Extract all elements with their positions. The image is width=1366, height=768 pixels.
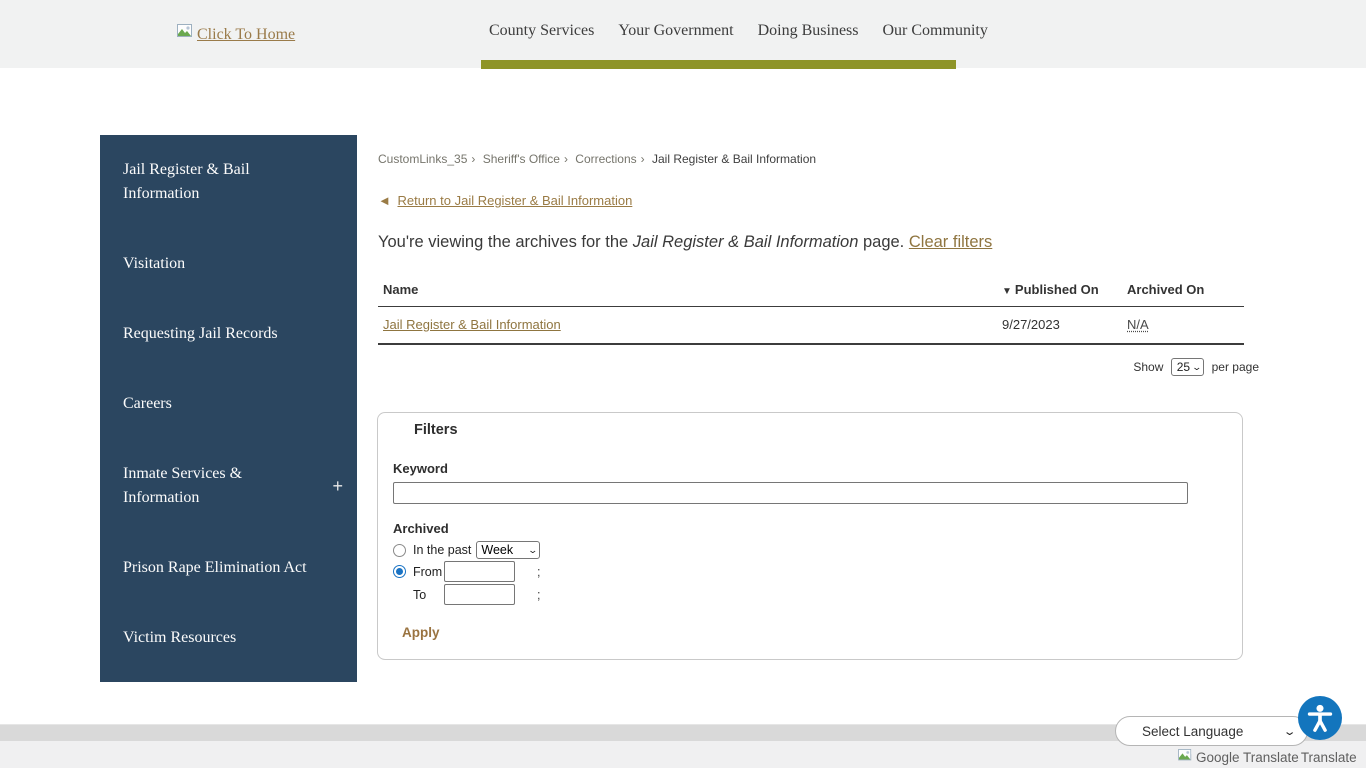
archive-item-link[interactable]: Jail Register & Bail Information <box>383 317 561 332</box>
breadcrumb-separator: › <box>640 152 645 166</box>
sidebar-item-label: Inmate Services & Information <box>123 465 243 506</box>
nav-your-government[interactable]: Your Government <box>618 22 733 40</box>
breadcrumb-separator: › <box>471 152 476 166</box>
language-selector-label: Select Language <box>1142 723 1244 739</box>
accessibility-person-icon <box>1307 704 1333 732</box>
to-row: To ; <box>413 584 540 605</box>
expand-plus-icon[interactable]: + <box>332 474 343 498</box>
from-row: From ; <box>393 561 540 582</box>
in-the-past-label: In the past <box>413 543 472 557</box>
to-label: To <box>413 587 427 602</box>
sidebar-item-prea[interactable]: Prison Rape Elimination Act <box>100 533 357 603</box>
column-header-published-label: Published On <box>1014 282 1099 297</box>
to-separator: ; <box>537 587 541 602</box>
language-selector[interactable]: Select Language ⌄ <box>1115 716 1308 746</box>
archives-table: Name ▼ Published On Archived On Jail Regi… <box>378 274 1244 345</box>
sidebar-item-label: Victim Resources <box>123 629 237 646</box>
return-link-label: Return to Jail Register & Bail Informati… <box>397 193 633 208</box>
broken-image-icon <box>177 24 195 45</box>
archived-label: Archived <box>393 521 449 536</box>
per-page-label: per page <box>1211 360 1259 374</box>
in-the-past-row: In the past Week ⌄ <box>393 541 542 559</box>
top-nav: County Services Your Government Doing Bu… <box>489 22 988 40</box>
main-content: CustomLinks_35 › Sheriff's Office › Correc… <box>378 152 1260 376</box>
home-link-label: Click To Home <box>197 25 296 43</box>
nav-doing-business[interactable]: Doing Business <box>758 22 859 40</box>
sidebar-item-requesting-jail-records[interactable]: Requesting Jail Records <box>100 299 357 369</box>
breadcrumb-customlinks[interactable]: CustomLinks_35 <box>378 152 467 166</box>
archive-notice: You're viewing the archives for the Jail… <box>378 233 1260 252</box>
to-date-input[interactable] <box>444 584 515 605</box>
breadcrumb-sheriffs-office[interactable]: Sheriff's Office <box>483 152 560 166</box>
show-label: Show <box>1133 360 1164 374</box>
sidebar-item-label: Jail Register & Bail Information <box>123 161 250 202</box>
keyword-label: Keyword <box>393 461 448 476</box>
sidebar-item-label: Prison Rape Elimination Act <box>123 559 307 576</box>
notice-suffix: page. <box>858 233 909 251</box>
return-link[interactable]: ◄ Return to Jail Register & Bail Informa… <box>378 193 632 208</box>
in-the-past-radio[interactable] <box>393 543 406 557</box>
column-header-archived[interactable]: Archived On <box>1122 274 1244 307</box>
sidebar-item-visitation[interactable]: Visitation <box>100 229 357 299</box>
published-on-value: 9/27/2023 <box>997 306 1122 345</box>
home-link[interactable]: Click To Home <box>177 24 295 45</box>
breadcrumb-corrections[interactable]: Corrections <box>575 152 636 166</box>
sidebar: Jail Register & Bail Information Visitat… <box>100 135 357 682</box>
per-page-control: Show 25 ⌄ per page <box>378 358 1259 376</box>
sidebar-item-label: Careers <box>123 395 172 412</box>
archived-on-value: N/A <box>1127 317 1149 332</box>
from-separator: ; <box>537 564 541 579</box>
filters-title: Filters <box>414 422 458 438</box>
clear-filters-link[interactable]: Clear filters <box>909 233 992 251</box>
google-translate-attribution: Google Translate Translate <box>1178 749 1357 766</box>
nav-our-community[interactable]: Our Community <box>883 22 988 40</box>
date-range-radio[interactable] <box>393 565 406 578</box>
chevron-down-icon: ⌄ <box>1282 726 1297 738</box>
sidebar-item-inmate-services[interactable]: Inmate Services & Information + <box>100 439 357 533</box>
sidebar-item-label: Visitation <box>123 255 186 272</box>
archived-options: In the past Week ⌄ From ; To ; <box>393 541 542 607</box>
breadcrumb-current: Jail Register & Bail Information <box>652 152 817 166</box>
sidebar-item-careers[interactable]: Careers <box>100 369 357 439</box>
from-label: From <box>413 564 443 579</box>
sort-desc-icon: ▼ <box>1002 286 1012 297</box>
nav-county-services[interactable]: County Services <box>489 22 594 40</box>
per-page-select-wrap: 25 ⌄ <box>1170 358 1205 376</box>
translate-label[interactable]: Translate <box>1301 750 1357 765</box>
period-select-wrap: Week ⌄ <box>476 541 542 559</box>
filters-panel: Filters Keyword Archived In the past Wee… <box>377 412 1243 660</box>
breadcrumb-separator: › <box>563 152 568 166</box>
google-translate-alt-text: Google Translate <box>1196 750 1299 765</box>
back-arrow-icon: ◄ <box>378 193 391 208</box>
from-date-input[interactable] <box>444 561 515 582</box>
keyword-input[interactable] <box>393 482 1188 504</box>
notice-prefix: You're viewing the archives for the <box>378 233 633 251</box>
column-header-name[interactable]: Name <box>378 274 997 307</box>
nav-underline-bar <box>481 60 956 69</box>
period-select[interactable]: Week <box>481 543 542 557</box>
sidebar-item-label: Requesting Jail Records <box>123 325 278 342</box>
per-page-select[interactable]: 25 <box>1176 360 1205 374</box>
accessibility-button[interactable] <box>1298 696 1342 740</box>
sidebar-item-victim-resources[interactable]: Victim Resources <box>100 603 357 673</box>
sidebar-item-jail-register[interactable]: Jail Register & Bail Information <box>100 135 357 229</box>
broken-image-icon <box>1178 749 1194 766</box>
apply-button[interactable]: Apply <box>402 625 440 640</box>
notice-page-name: Jail Register & Bail Information <box>632 233 859 251</box>
site-header: Click To Home County Services Your Gover… <box>0 0 1366 69</box>
page: Click To Home County Services Your Gover… <box>0 0 1366 768</box>
breadcrumb: CustomLinks_35 › Sheriff's Office › Correc… <box>378 152 1260 166</box>
table-row: Jail Register & Bail Information 9/27/20… <box>378 306 1244 345</box>
column-header-published[interactable]: ▼ Published On <box>997 274 1122 307</box>
